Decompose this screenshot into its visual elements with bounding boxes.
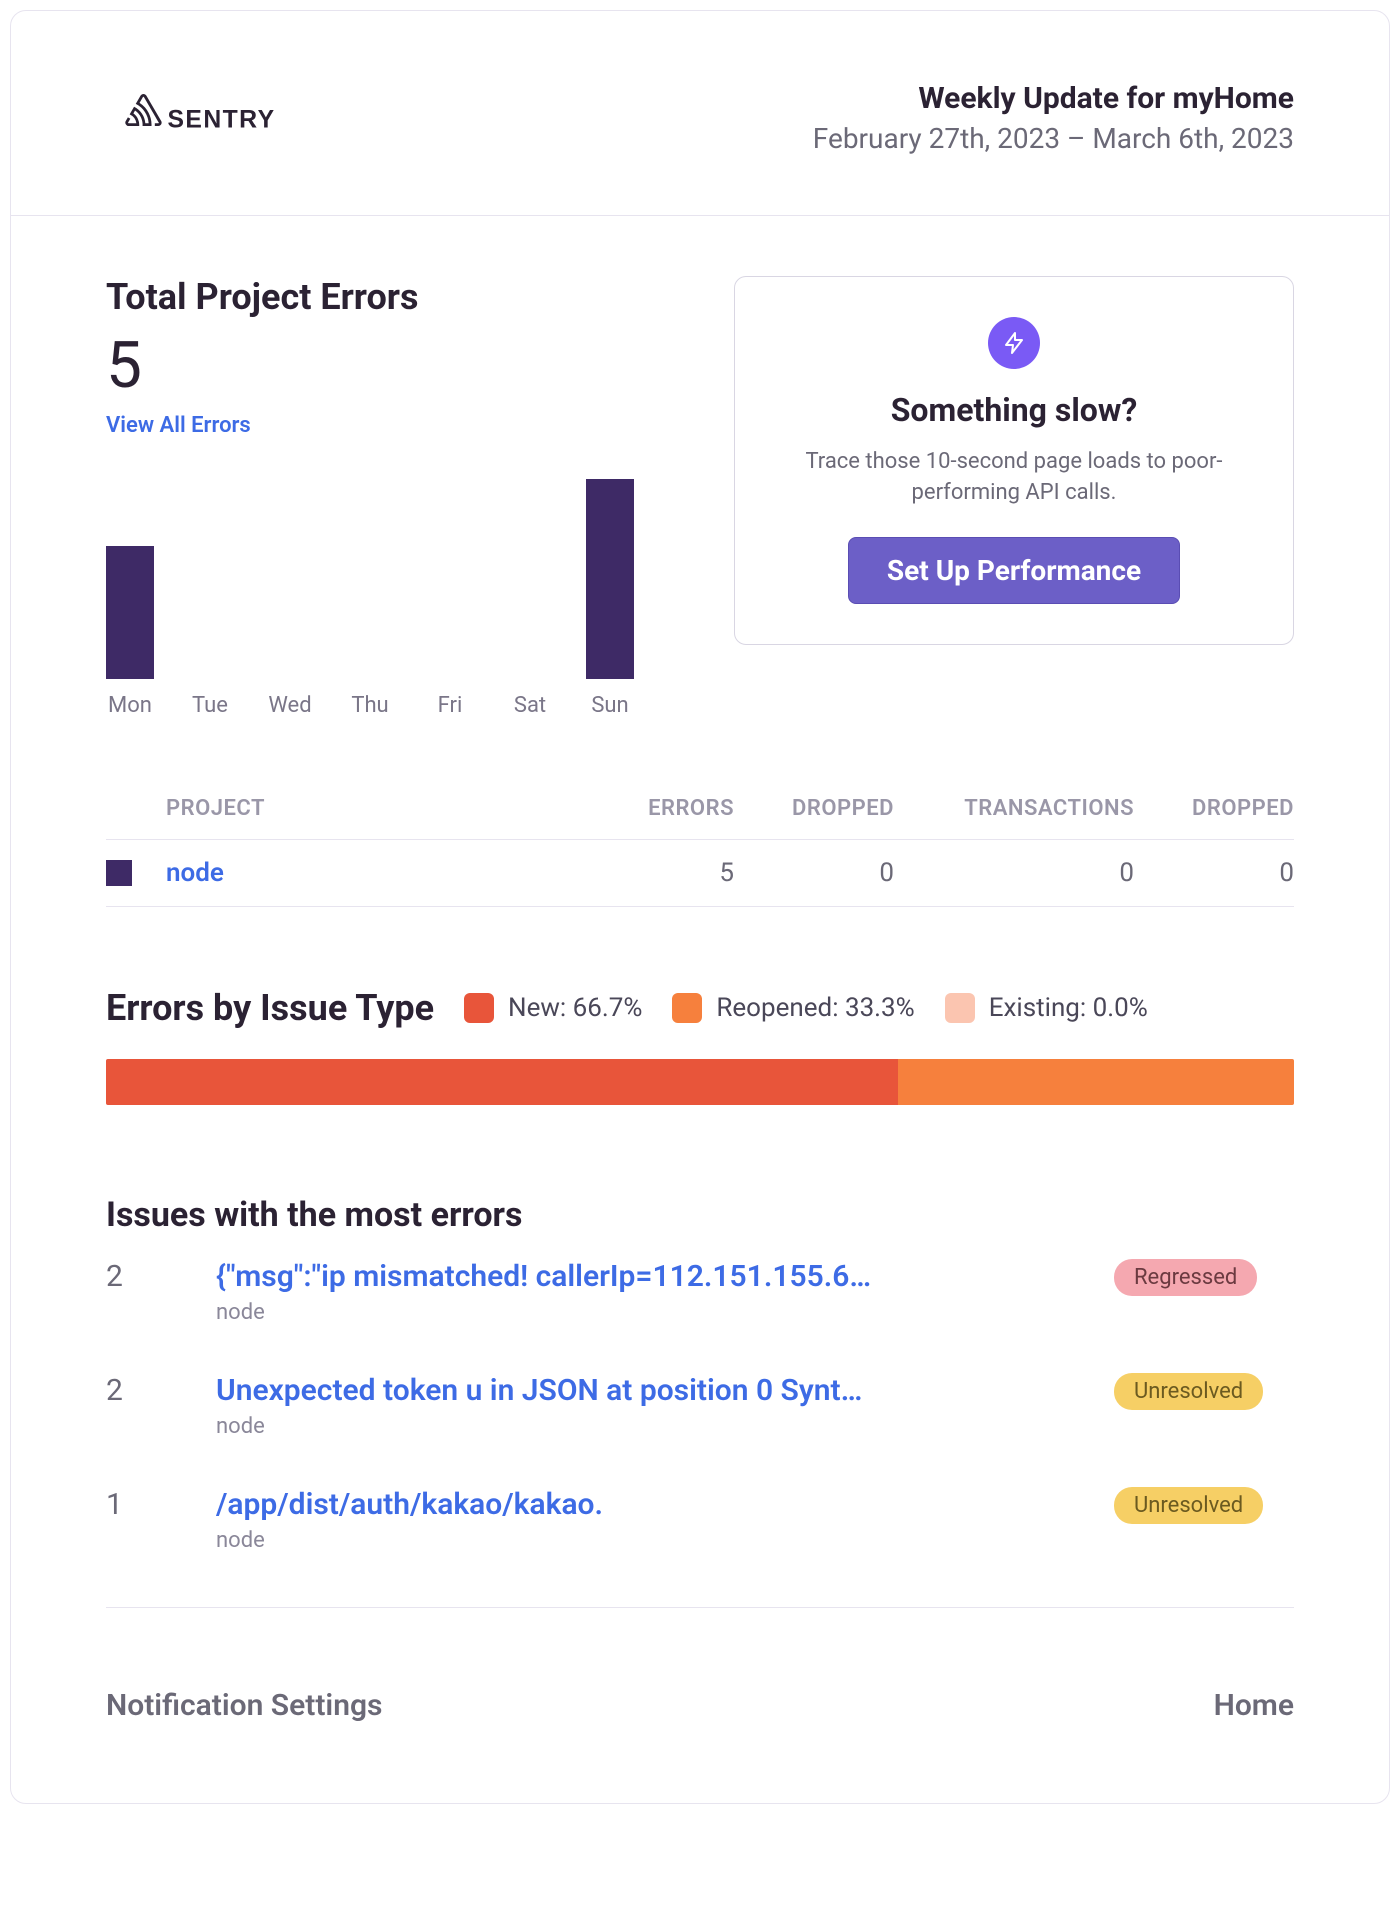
notification-settings-link[interactable]: Notification Settings [106,1688,382,1723]
issue-count: 2 [106,1259,196,1294]
col-transactions: TRANSACTIONS [894,796,1134,821]
bar-slot: Mon [106,479,154,718]
col-project: PROJECT [166,796,584,821]
bar-label: Tue [192,693,228,718]
issue-row: 2 {"msg":"ip mismatched! callerIp=112.151… [106,1235,1294,1349]
bar-label: Mon [108,693,152,718]
legend-new: New: 66.7% [464,993,642,1023]
total-errors-title: Total Project Errors [106,276,684,318]
bar-fill [586,479,634,679]
promo-desc: Trace those 10-second page loads to poor… [765,447,1263,509]
setup-performance-button[interactable]: Set Up Performance [848,537,1180,604]
cell-dropped-errors: 0 [734,858,894,888]
col-errors: ERRORS [584,796,734,821]
bar-label: Wed [268,693,311,718]
legend-reopened-label: Reopened: 33.3% [716,993,914,1023]
header-title: Weekly Update for myHome [813,81,1294,116]
svg-text:SENTRY: SENTRY [167,106,275,133]
swatch-new-icon [464,993,494,1023]
col-dropped-tx: DROPPED [1134,796,1294,821]
bar-slot: Tue [186,479,234,718]
legend-reopened: Reopened: 33.3% [672,993,914,1023]
project-swatch-icon [106,860,132,886]
issue-project: node [216,1300,1094,1325]
cell-dropped-tx: 0 [1134,858,1294,888]
header: SENTRY Weekly Update for myHome February… [11,11,1389,216]
status-badge: Regressed [1114,1259,1257,1296]
status-badge: Unresolved [1114,1487,1263,1524]
status-badge: Unresolved [1114,1373,1263,1410]
bar-slot: Fri [426,479,474,718]
swatch-reopened-icon [672,993,702,1023]
promo-title: Something slow? [765,391,1263,429]
project-table: PROJECT ERRORS DROPPED TRANSACTIONS DROP… [106,778,1294,907]
issue-count: 1 [106,1487,196,1522]
legend-new-label: New: 66.7% [508,993,642,1023]
swatch-existing-icon [945,993,975,1023]
issue-link[interactable]: Unexpected token u in JSON at position 0… [216,1373,1094,1408]
col-dropped-errors: DROPPED [734,796,894,821]
issue-row: 1/app/dist/auth/kakao/kakao. node Unresolv… [106,1463,1294,1577]
issue-count: 2 [106,1373,196,1408]
bar-label: Sun [591,693,628,718]
cell-errors: 5 [584,858,734,888]
bar-label: Sat [514,693,546,718]
bar-slot: Wed [266,479,314,718]
performance-promo: Something slow? Trace those 10-second pa… [734,276,1294,645]
issue-project: node [216,1528,1094,1553]
sentry-icon: SENTRY [106,94,306,142]
legend-existing: Existing: 0.0% [945,993,1148,1023]
total-errors-value: 5 [106,328,684,403]
project-link[interactable]: node [166,858,584,888]
stacked-segment [106,1059,898,1105]
errors-bar-chart: Mon Tue Wed Thu Fri Sat Sun [106,478,684,718]
stacked-segment [898,1059,1294,1105]
view-all-errors-link[interactable]: View All Errors [106,413,251,438]
issue-link[interactable]: {"msg":"ip mismatched! callerIp=112.151.… [216,1259,1094,1294]
issue-type-bar [106,1059,1294,1105]
lightning-icon [988,317,1040,369]
bar-slot: Sat [506,479,554,718]
header-date-range: February 27th, 2023 – March 6th, 2023 [813,122,1294,155]
issues-list-title: Issues with the most errors [106,1195,1294,1235]
legend-existing-label: Existing: 0.0% [989,993,1148,1023]
bar-slot: Thu [346,479,394,718]
bar-slot: Sun [586,479,634,718]
table-row: node5000 [106,840,1294,907]
cell-transactions: 0 [894,858,1134,888]
home-link[interactable]: Home [1214,1688,1294,1723]
brand-logo: SENTRY [106,94,306,142]
bar-label: Fri [438,693,463,718]
issue-link[interactable]: /app/dist/auth/kakao/kakao. [216,1487,1094,1522]
bar-label: Thu [351,693,388,718]
bar-fill [106,546,154,679]
issue-type-title: Errors by Issue Type [106,987,434,1029]
issue-row: 2 Unexpected token u in JSON at position … [106,1349,1294,1463]
issue-project: node [216,1414,1094,1439]
